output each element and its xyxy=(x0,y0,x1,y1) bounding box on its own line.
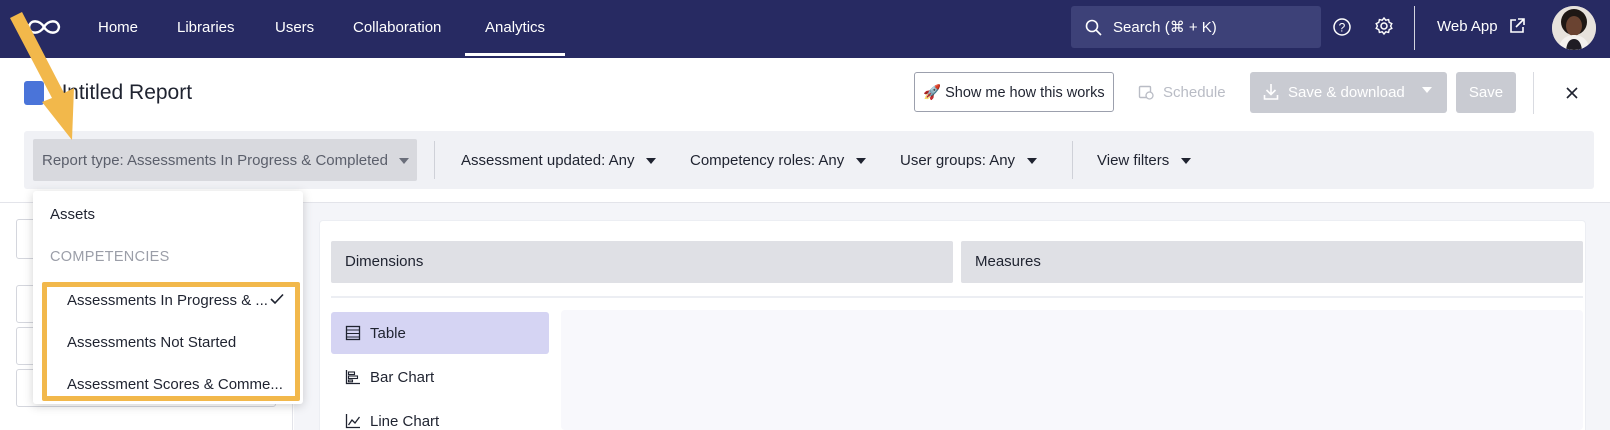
table-icon xyxy=(345,325,361,341)
schedule-icon xyxy=(1138,85,1154,100)
view-filters-button[interactable]: View filters xyxy=(1097,152,1192,169)
user-groups-label: User groups: Any xyxy=(900,152,1016,169)
measures-label: Measures xyxy=(975,253,1041,270)
annotation-highlight-box xyxy=(42,282,300,401)
nav-divider xyxy=(1414,6,1415,50)
dropdown-group-competencies: COMPETENCIES xyxy=(50,249,170,265)
nav-collaboration[interactable]: Collaboration xyxy=(353,0,441,58)
filter-divider xyxy=(1072,141,1073,179)
search-icon xyxy=(1085,19,1102,36)
assessment-updated-filter[interactable]: Assessment updated: Any xyxy=(461,152,657,169)
dimensions-dropzone[interactable]: Dimensions xyxy=(331,241,953,283)
web-app-link[interactable]: Web App xyxy=(1437,18,1498,35)
report-type-label: Report type: Assessments In Progress & C… xyxy=(42,152,388,169)
panel-divider xyxy=(331,296,1583,298)
filter-divider xyxy=(434,141,435,179)
nav-analytics[interactable]: Analytics xyxy=(464,0,566,58)
report-type-select[interactable]: Report type: Assessments In Progress & C… xyxy=(33,139,417,181)
user-avatar[interactable] xyxy=(1552,6,1596,50)
report-canvas xyxy=(561,310,1583,430)
external-link-icon[interactable] xyxy=(1508,17,1526,35)
viz-bar-chart[interactable]: Bar Chart xyxy=(331,356,549,398)
save-button[interactable]: Save xyxy=(1456,72,1516,113)
gear-icon[interactable] xyxy=(1374,16,1394,36)
show-me-how-label: 🚀 Show me how this works xyxy=(923,85,1105,101)
user-groups-filter[interactable]: User groups: Any xyxy=(900,152,1038,169)
line-chart-icon xyxy=(345,414,361,429)
nav-home[interactable]: Home xyxy=(98,0,138,58)
close-icon[interactable] xyxy=(1566,87,1578,99)
viz-line-chart[interactable]: Line Chart xyxy=(331,400,549,430)
show-me-how-button[interactable]: 🚀 Show me how this works xyxy=(914,72,1114,112)
competency-roles-filter[interactable]: Competency roles: Any xyxy=(690,152,867,169)
dropdown-item-assets[interactable]: Assets xyxy=(50,206,95,223)
viz-bar-chart-label: Bar Chart xyxy=(370,369,435,386)
chevron-down-icon xyxy=(399,158,409,164)
assessment-updated-label: Assessment updated: Any xyxy=(461,152,635,169)
chevron-down-icon xyxy=(646,158,657,165)
dimensions-label: Dimensions xyxy=(345,253,424,270)
bar-chart-icon xyxy=(345,370,360,385)
chevron-down-icon xyxy=(1422,87,1432,93)
viz-line-chart-label: Line Chart xyxy=(370,413,440,430)
chevron-down-icon xyxy=(1027,158,1038,165)
viz-table[interactable]: Table xyxy=(331,312,549,354)
chevron-down-icon xyxy=(1181,158,1192,165)
search-input[interactable]: Search (⌘ + K) xyxy=(1071,6,1321,48)
nav-users[interactable]: Users xyxy=(275,0,314,58)
chevron-down-icon xyxy=(856,158,867,165)
annotation-arrow-icon xyxy=(10,12,74,140)
svg-text:?: ? xyxy=(1339,21,1346,35)
download-icon xyxy=(1263,84,1279,100)
avatar-portrait-icon xyxy=(1552,6,1596,50)
schedule-button[interactable]: Schedule xyxy=(1163,84,1226,101)
measures-dropzone[interactable]: Measures xyxy=(961,241,1583,283)
search-placeholder: Search (⌘ + K) xyxy=(1113,19,1217,36)
top-navigation-bar: Home Libraries Users Collaboration Analy… xyxy=(0,0,1610,58)
view-filters-label: View filters xyxy=(1097,152,1170,169)
title-divider xyxy=(1533,72,1534,114)
competency-roles-label: Competency roles: Any xyxy=(690,152,845,169)
nav-libraries[interactable]: Libraries xyxy=(177,0,235,58)
save-download-button[interactable]: Save & download xyxy=(1250,72,1447,113)
viz-table-label: Table xyxy=(370,325,406,342)
help-icon[interactable]: ? xyxy=(1332,17,1352,37)
save-download-label: Save & download xyxy=(1288,84,1405,101)
